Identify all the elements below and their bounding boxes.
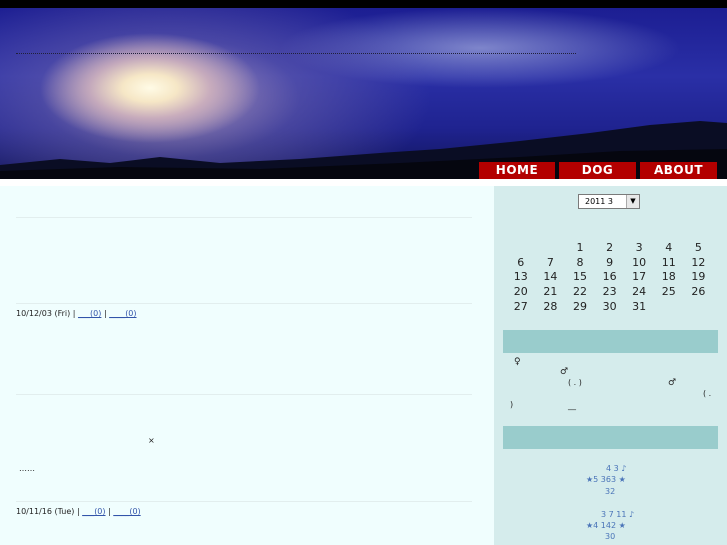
calendar-day: 31 [632, 300, 647, 314]
header-gap [0, 179, 727, 186]
comments-link[interactable]: ___(0) [82, 507, 105, 516]
calendar-grid: 1 2 3 4 5 6 7 8 9 10 11 12 13 14 15 16 17 18 19 20 21 22 23 24 2… [506, 240, 713, 314]
calendar-day: 29 [572, 300, 587, 314]
meta-separator: | [72, 309, 76, 318]
calendar-day: 6 [517, 255, 525, 269]
calendar-day [654, 299, 684, 314]
entry-divider [16, 303, 472, 304]
recent-item-line[interactable]: ★5 363 ★ [586, 475, 626, 484]
calendar-day [684, 299, 714, 314]
meta-separator: | [103, 309, 107, 318]
header-dotted-line [16, 53, 576, 54]
meta-separator: | [76, 507, 80, 516]
male-symbol: ♂ [668, 378, 677, 388]
profile-paren: ( . ) [568, 378, 582, 387]
calendar-day [536, 240, 566, 255]
sidebar-section-header-profile [503, 330, 718, 353]
calendar-day [506, 240, 536, 255]
calendar-day: 11 [661, 255, 676, 269]
recent-item-line[interactable]: ★4 142 ★ [586, 521, 626, 530]
calendar-day: 19 [691, 270, 706, 284]
header-banner [0, 8, 727, 179]
nav-about-button[interactable]: ABOUT [640, 162, 717, 179]
calendar-day: 21 [543, 285, 558, 299]
male-symbol: ♂ [560, 367, 569, 377]
calendar-day: 23 [602, 285, 617, 299]
calendar-day: 7 [546, 255, 554, 269]
calendar-day: 22 [572, 285, 587, 299]
calendar-day: 2 [606, 240, 614, 254]
calendar-month-value: 2011 3 [585, 197, 613, 206]
comments-link[interactable]: ___(0) [78, 309, 101, 318]
calendar-week-row: 6 7 8 9 10 11 12 [506, 255, 713, 270]
recent-item-line[interactable]: 4 3 ♪ [606, 464, 626, 473]
entry-date: 10/11/16 (Tue) [16, 507, 75, 516]
profile-paren: ( . [703, 389, 712, 398]
main-content [0, 186, 494, 545]
calendar-week-row: 20 21 22 23 24 25 26 [506, 284, 713, 299]
trackback-link[interactable]: ____(0) [109, 309, 136, 318]
calendar-day: 30 [602, 300, 617, 314]
calendar-day: 26 [691, 285, 706, 299]
calendar-day: 8 [576, 255, 584, 269]
calendar-day: 1 [576, 240, 584, 254]
calendar-day: 17 [632, 270, 647, 284]
calendar-day: 9 [606, 255, 614, 269]
calendar-week-row: 1 2 3 4 5 [506, 240, 713, 255]
calendar-day: 16 [602, 270, 617, 284]
meta-separator: | [108, 507, 111, 516]
nav-home-button[interactable]: HOME [479, 162, 555, 179]
calendar-day: 20 [513, 285, 528, 299]
recent-item-line[interactable]: 32 [605, 487, 615, 496]
calendar-day: 27 [513, 300, 528, 314]
entry-meta: 10/12/03 (Fri) | ___(0) | ____(0) [16, 309, 137, 318]
entry-meta: 10/11/16 (Tue) | ___(0) | ____(0) [16, 507, 141, 516]
calendar-day: 18 [661, 270, 676, 284]
profile-paren-close: ) [510, 400, 514, 409]
recent-item-line[interactable]: 30 [605, 532, 615, 541]
calendar-day: 4 [665, 240, 673, 254]
entry-divider [16, 217, 472, 218]
calendar-day: 3 [635, 240, 643, 254]
trackback-link[interactable]: ____(0) [113, 507, 140, 516]
female-symbol: ♀ [514, 357, 521, 367]
entry-ellipsis: …… [19, 464, 35, 473]
recent-item-line[interactable]: 3 7 11 ♪ [601, 510, 634, 519]
calendar-day: 15 [572, 270, 587, 284]
calendar-day: 14 [543, 270, 558, 284]
calendar-day: 25 [661, 285, 676, 299]
sidebar-section-header-recent [503, 426, 718, 449]
calendar-day: 5 [694, 240, 702, 254]
entry-cross-mark: × [148, 436, 155, 445]
top-black-bar [0, 0, 727, 8]
profile-underscore: __ [568, 401, 576, 410]
calendar-week-row: 13 14 15 16 17 18 19 [506, 270, 713, 285]
calendar-day: 10 [632, 255, 647, 269]
calendar-day: 24 [632, 285, 647, 299]
chevron-down-icon[interactable]: ▼ [626, 195, 639, 208]
nav-dog-button[interactable]: DOG [559, 162, 636, 179]
calendar-week-row: 27 28 29 30 31 [506, 299, 713, 314]
entry-divider [16, 501, 472, 502]
calendar-day: 13 [513, 270, 528, 284]
calendar-month-select[interactable]: 2011 3 ▼ [578, 194, 640, 209]
calendar-day: 28 [543, 300, 558, 314]
calendar-day: 12 [691, 255, 706, 269]
entry-date: 10/12/03 (Fri) [16, 309, 71, 318]
entry-divider [16, 394, 472, 395]
